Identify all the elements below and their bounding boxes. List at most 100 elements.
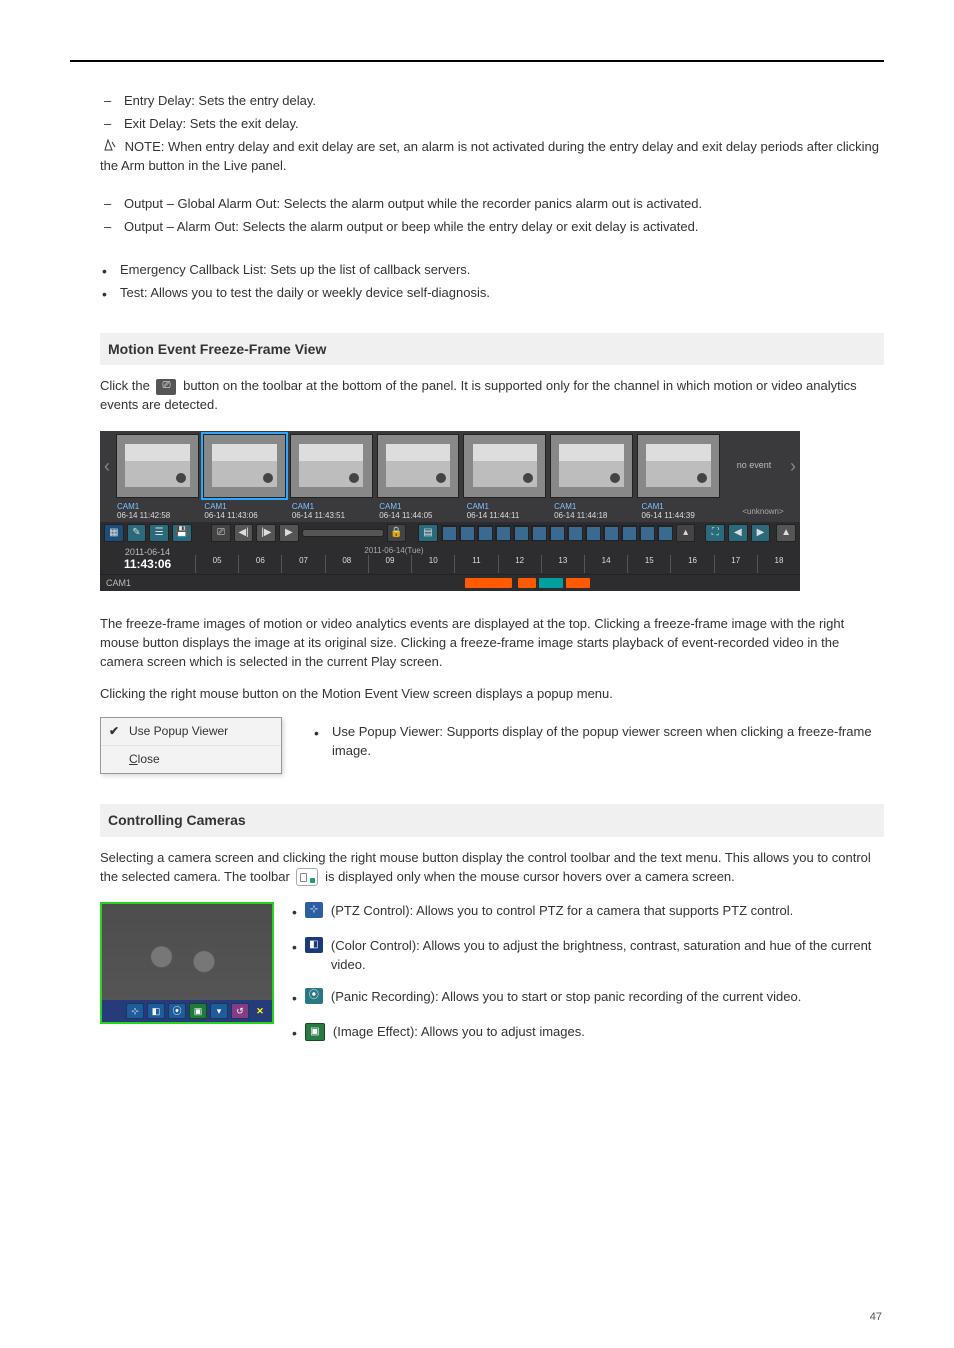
motion-thumb[interactable] (116, 434, 199, 498)
context-menu: ✔ Use Popup Viewer Close (100, 717, 282, 775)
thumb-time: 06-14 11:43:06 (204, 512, 285, 521)
motion-desc2-suffix: screen displays a popup menu. (433, 686, 613, 701)
motion-event-view-ref: Motion Event View (322, 686, 429, 701)
thumb-time: 06-14 11:44:05 (379, 512, 460, 521)
image-effect-icon: ▣ (305, 1023, 325, 1041)
timeline-hour: 12 (498, 555, 541, 573)
timeline-hour: 08 (325, 555, 368, 573)
toolbar-button[interactable]: ✎ (127, 524, 147, 542)
timeline-hour: 07 (281, 555, 324, 573)
timeline-hour: 15 (627, 555, 670, 573)
menu-item-use-popup-viewer[interactable]: ✔ Use Popup Viewer (101, 718, 281, 746)
image-effect-desc: (Image Effect): Allows you to adjust ima… (333, 1023, 884, 1042)
motion-lead-prefix: Click the (100, 378, 153, 393)
timeline-hour: 18 (757, 555, 800, 573)
timeline-hour: 11 (454, 555, 497, 573)
toolbar-inline-icon (296, 868, 318, 886)
toolbar-button[interactable]: ▦ (104, 524, 124, 542)
cam-btn-more[interactable]: ▾ (210, 1003, 228, 1019)
thumb-time: 06-14 11:42:58 (117, 512, 198, 521)
cam-btn-image-effect[interactable]: ▣ (189, 1003, 207, 1019)
toolbar-collapse-timeline[interactable]: ▲ (776, 524, 796, 542)
timeline-camera-track[interactable] (201, 578, 800, 588)
camera-screenshot: CAM1 ⊹ ◧ ⦿ ▣ ▾ ↺ ✕ (100, 902, 274, 1024)
motion-thumb[interactable] (637, 434, 720, 498)
camera-control-toolbar: ⊹ ◧ ⦿ ▣ ▾ ↺ ✕ (102, 1000, 272, 1022)
bullet-output-alarm: Output – Alarm Out: Selects the alarm ou… (100, 218, 884, 237)
motion-strip-next[interactable]: › (786, 431, 800, 501)
bullet-icon: • (292, 937, 297, 957)
timeline-hour: 13 (541, 555, 584, 573)
timeline-hour: 05 (195, 555, 238, 573)
page-number: 47 (870, 1310, 882, 1326)
toolbar-fullscreen[interactable]: ⛶ (705, 524, 725, 542)
cc-lead-suffix: is displayed only when the mouse cursor … (325, 869, 735, 884)
cam-btn-color[interactable]: ◧ (147, 1003, 165, 1019)
bullet-icon: • (292, 988, 297, 1008)
color-control-icon: ◧ (305, 937, 323, 953)
timeline-camera-label: CAM1 (100, 577, 201, 590)
toolbar-page-prev[interactable]: ◀ (728, 524, 748, 542)
toolbar-more-button[interactable]: ▴ (676, 524, 696, 542)
check-icon: ✔ (107, 723, 121, 740)
motion-thumb[interactable] (377, 434, 460, 498)
bullet-output-global: Output – Global Alarm Out: Selects the a… (100, 195, 884, 214)
bullet-callback: Emergency Callback List: Sets up the lis… (100, 261, 884, 280)
ptz-control-icon: ⊹ (305, 902, 323, 918)
toolbar-lock-button[interactable]: 🔒 (387, 524, 407, 542)
ptz-control-desc: (PTZ Control): Allows you to control PTZ… (331, 902, 884, 921)
note-icon (103, 138, 117, 152)
motion-noevent: no event (722, 431, 786, 501)
toolbar-speed-slider[interactable] (302, 529, 384, 537)
toolbar-button[interactable]: 💾 (172, 524, 192, 542)
timeline-hour: 16 (670, 555, 713, 573)
timeline-hour: 14 (584, 555, 627, 573)
motion-thumb[interactable] (463, 434, 546, 498)
timeline-track[interactable]: 2011-06-14(Tue) 05 06 07 08 09 10 11 12 … (195, 545, 800, 573)
thumb-time: 06-14 11:43:51 (292, 512, 373, 521)
heading-controlling-cameras: Controlling Cameras (100, 804, 884, 836)
motion-strip-prev[interactable]: ‹ (100, 431, 114, 501)
motion-thumb[interactable] (550, 434, 633, 498)
toolbar-layout-buttons[interactable] (441, 525, 673, 541)
motion-lead-suffix: button on the toolbar at the bottom of t… (100, 378, 857, 412)
motion-panel-screenshot: ‹ no event › CAM106-14 11:42:58 CAM10 (100, 431, 884, 592)
motion-desc-1: The freeze-frame images of motion or vid… (100, 615, 884, 672)
timeline-hour: 06 (238, 555, 281, 573)
toolbar-step-back[interactable]: ◀| (234, 524, 254, 542)
toolbar-step-fwd[interactable]: |▶ (256, 524, 276, 542)
heading-motion-view: Motion Event Freeze-Frame View (100, 333, 884, 365)
toolbar-motionview-button[interactable]: ⎚ (211, 524, 231, 542)
color-control-desc: (Color Control): Allows you to adjust th… (331, 937, 884, 975)
motion-desc-2: Clicking the right mouse button on the M… (100, 685, 884, 704)
thumb-time: 06-14 11:44:39 (642, 512, 723, 521)
note-text-suffix: button in the Live panel. (148, 158, 286, 173)
bullet-icon: • (292, 1023, 297, 1043)
top-divider (70, 60, 884, 62)
toolbar-page-next[interactable]: ▶ (751, 524, 771, 542)
cam-btn-rec[interactable]: ⦿ (168, 1003, 186, 1019)
exit-delay-text: Exit Delay: Sets the exit delay. (124, 116, 299, 131)
menu-item-close[interactable]: Close (101, 746, 281, 773)
motion-thumb[interactable] (203, 434, 286, 498)
cc-lead: Selecting a camera screen and clicking t… (100, 849, 884, 887)
menu-label: Close (129, 751, 160, 768)
timeline-hour: 17 (714, 555, 757, 573)
thumb-unknown: <unknown> (726, 501, 800, 523)
toolbar-play[interactable]: ▶ (279, 524, 299, 542)
panic-recording-icon: ⦿ (305, 988, 323, 1004)
cam-btn-close[interactable]: ✕ (252, 1004, 268, 1018)
popup-viewer-description: Use Popup Viewer: Supports display of th… (312, 723, 884, 761)
timeline-hour: 10 (411, 555, 454, 573)
timeline-hour: 09 (368, 555, 411, 573)
motion-thumb[interactable] (290, 434, 373, 498)
bullet-test: Test: Allows you to test the daily or we… (100, 284, 884, 303)
cam-btn-ptz[interactable]: ⊹ (126, 1003, 144, 1019)
motion-strip-icon: ⎚ (156, 379, 176, 395)
motion-desc2-prefix: Clicking the right mouse button on the (100, 686, 322, 701)
toolbar-button[interactable]: ☰ (149, 524, 169, 542)
motion-lead: Click the ⎚ button on the toolbar at the… (100, 377, 884, 415)
thumb-time: 06-14 11:44:18 (554, 512, 635, 521)
cam-btn-refresh[interactable]: ↺ (231, 1003, 249, 1019)
toolbar-button[interactable]: ▤ (418, 524, 438, 542)
